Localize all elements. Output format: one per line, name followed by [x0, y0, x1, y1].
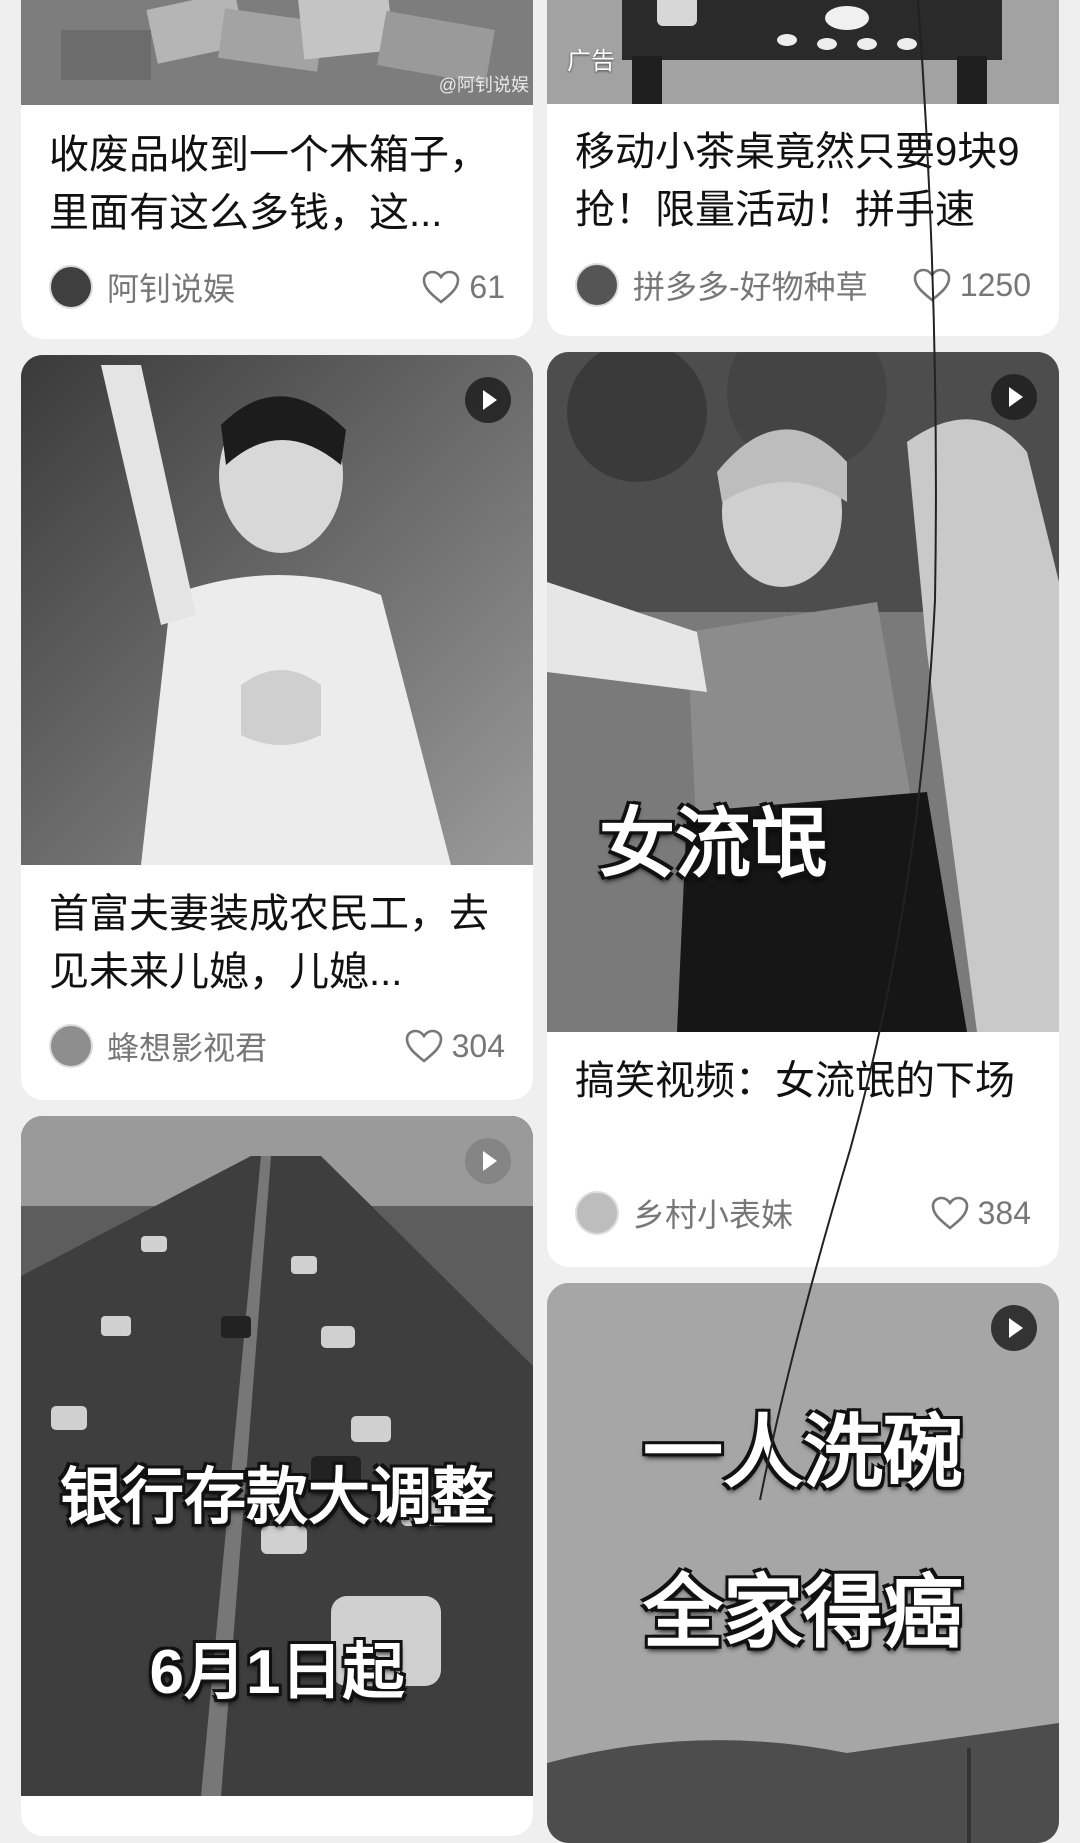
video-overlay-text: 6月1日起: [149, 1638, 405, 1707]
play-icon[interactable]: [991, 374, 1037, 420]
card-thumbnail: @阿钊说娱: [21, 0, 533, 105]
feed-card[interactable]: @阿钊说娱 收废品收到一个木箱子，里面有这么多钱，这... 阿钊说娱 61: [21, 0, 533, 339]
card-meta: 拼多多-好物种草 1250: [575, 262, 1031, 308]
card-thumbnail: 女流氓: [547, 352, 1059, 1032]
feed-card[interactable]: 首富夫妻装成农民工，去见未来儿媳，儿媳... 蜂想影视君 304: [21, 355, 533, 1100]
like-count: 384: [977, 1194, 1031, 1231]
author-name[interactable]: 阿钊说娱: [107, 264, 421, 310]
author-avatar[interactable]: [49, 265, 93, 309]
heart-outline-icon: [405, 1029, 442, 1063]
heart-outline-icon: [931, 1196, 968, 1230]
heart-outline-icon: [423, 270, 460, 304]
card-thumbnail: 广告: [547, 0, 1059, 104]
heart-outline-icon: [913, 268, 951, 302]
feed-card[interactable]: 女流氓 搞笑视频：女流氓的下场 乡村小表妹 384: [547, 352, 1059, 1267]
card-title[interactable]: 搞笑视频：女流氓的下场: [575, 1052, 1031, 1168]
card-title[interactable]: 首富夫妻装成农民工，去见未来儿媳，儿媳...: [49, 885, 505, 1001]
author-avatar[interactable]: [575, 263, 619, 307]
like-button[interactable]: 61: [421, 269, 505, 306]
like-count: 1250: [959, 266, 1031, 303]
feed-card[interactable]: 银行存款大调整 6月1日起: [21, 1116, 533, 1836]
video-overlay-text: 女流氓: [599, 802, 827, 887]
card-title[interactable]: 移动小茶桌竟然只要9块9抢！限量活动！拼手速: [575, 123, 1031, 239]
card-meta: 乡村小表妹 384: [575, 1190, 1031, 1236]
card-thumbnail: [21, 355, 533, 865]
like-count: 61: [469, 268, 505, 305]
card-meta: 阿钊说娱 61: [49, 264, 505, 310]
card-title[interactable]: 收废品收到一个木箱子，里面有这么多钱，这...: [49, 126, 505, 242]
author-name[interactable]: 乡村小表妹: [633, 1190, 930, 1236]
author-avatar[interactable]: [49, 1024, 93, 1068]
card-thumbnail: 一人洗碗 全家得癌: [547, 1283, 1059, 1843]
like-button[interactable]: 1250: [912, 267, 1031, 304]
like-button[interactable]: 384: [930, 1195, 1031, 1232]
image-watermark: @阿钊说娱: [438, 75, 529, 95]
ad-label: 广告: [567, 48, 615, 75]
play-icon[interactable]: [465, 377, 511, 423]
card-thumbnail: 银行存款大调整 6月1日起: [21, 1116, 533, 1796]
like-count: 304: [451, 1027, 505, 1064]
feed-card[interactable]: 一人洗碗 全家得癌: [547, 1283, 1059, 1843]
video-overlay-text: 一人洗碗: [643, 1408, 963, 1497]
author-name[interactable]: 拼多多-好物种草: [633, 262, 912, 308]
card-meta: 蜂想影视君 304: [49, 1023, 505, 1069]
video-overlay-text: 全家得癌: [643, 1568, 963, 1657]
author-avatar[interactable]: [575, 1191, 619, 1235]
video-overlay-text: 银行存款大调整: [59, 1463, 494, 1532]
play-icon[interactable]: [991, 1305, 1037, 1351]
feed-card-ad[interactable]: 广告 移动小茶桌竟然只要9块9抢！限量活动！拼手速 拼多多-好物种草 1250: [547, 0, 1059, 336]
play-icon[interactable]: [465, 1138, 511, 1184]
like-button[interactable]: 304: [404, 1028, 505, 1065]
author-name[interactable]: 蜂想影视君: [107, 1023, 404, 1069]
